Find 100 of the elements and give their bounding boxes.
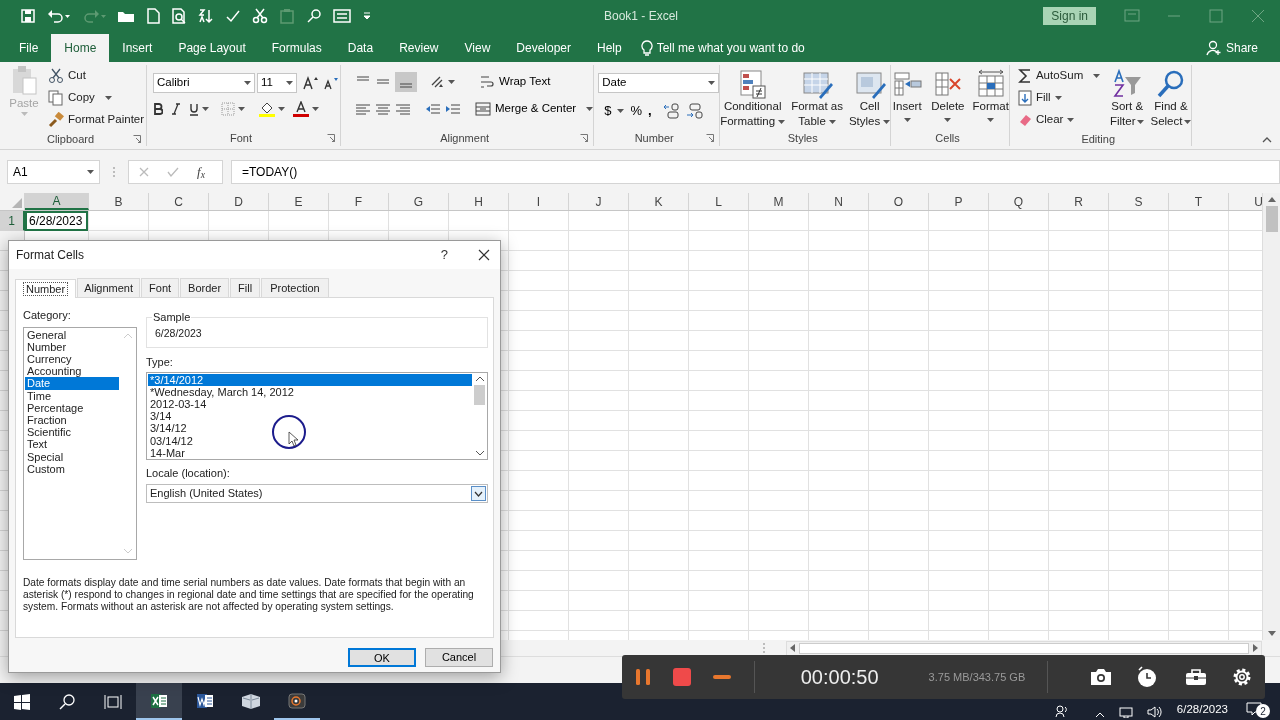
ribbon-tab[interactable]: File (6, 34, 52, 62)
network-icon[interactable] (1118, 706, 1133, 718)
dialog-launcher-icon[interactable] (580, 134, 589, 142)
dialog-tab[interactable]: Border (180, 278, 230, 297)
ribbon-tab[interactable]: Formulas (258, 34, 335, 62)
format-button[interactable]: Format (972, 69, 1009, 130)
type-item[interactable]: 03/14/12 (148, 434, 472, 447)
column-header[interactable]: C (149, 193, 209, 210)
increase-decimal-icon[interactable] (661, 102, 680, 119)
type-item[interactable]: *3/14/2012 (148, 373, 472, 386)
type-item[interactable]: 3/14/12 (148, 422, 472, 435)
scroll-thumb[interactable] (1265, 206, 1278, 232)
taskbar-app[interactable] (136, 683, 182, 720)
column-header[interactable]: N (809, 193, 869, 210)
sign-in-button[interactable]: Sign in (1043, 7, 1096, 25)
spelling-icon[interactable] (225, 8, 241, 24)
category-item[interactable]: Accounting (25, 365, 119, 378)
column-header[interactable]: Q (989, 193, 1049, 210)
form-icon[interactable] (333, 8, 351, 24)
notifications-button[interactable]: 2 (1246, 702, 1272, 718)
insert-function-button[interactable]: f$_{x}$ (197, 161, 205, 182)
italic-icon[interactable] (171, 102, 181, 116)
category-item[interactable]: General (25, 328, 119, 341)
dialog-tab[interactable]: Fill (230, 278, 261, 297)
column-header[interactable]: H (449, 193, 509, 210)
dialog-tab[interactable]: Alignment (77, 278, 141, 297)
category-item[interactable]: Text (25, 438, 119, 451)
type-item[interactable]: 2012-03-14 (148, 397, 472, 411)
ribbon-tab[interactable]: Home (51, 34, 110, 62)
sort-filter-button[interactable]: Sort & Filter (1109, 65, 1145, 131)
delete-button[interactable]: Delete (931, 69, 965, 130)
type-item[interactable]: 3/14 (148, 410, 472, 423)
decrease-decimal-icon[interactable] (685, 102, 704, 119)
locale-dropdown[interactable]: English (United States) (146, 484, 488, 503)
increase-indent-icon[interactable] (445, 101, 461, 116)
print-preview-icon[interactable] (171, 8, 187, 24)
column-header[interactable]: R (1049, 193, 1109, 210)
horizontal-scrollbar[interactable] (786, 640, 1262, 656)
close-icon[interactable] (478, 249, 490, 261)
cell-styles-button[interactable]: Cell Styles (848, 69, 891, 130)
orientation-icon[interactable] (429, 75, 445, 89)
pause-icon[interactable] (634, 667, 652, 687)
font-size-combo[interactable]: 11 (257, 73, 297, 93)
selected-cell[interactable]: 6/28/2023 (25, 211, 88, 231)
category-list[interactable]: General Number Currency Accounting Date Time Percentage Fraction Scientific Text Special Custom (23, 326, 137, 560)
category-item[interactable]: Fraction (25, 413, 119, 427)
name-box[interactable]: A1 (7, 159, 100, 184)
ribbon-tab[interactable]: Review (386, 34, 452, 62)
column-header[interactable]: A (25, 193, 89, 210)
font-name-combo[interactable]: Calibri (153, 73, 255, 93)
minimize-icon[interactable] (712, 674, 732, 680)
column-header[interactable]: T (1169, 193, 1229, 210)
dialog-tab[interactable]: Font (141, 278, 180, 297)
timer-icon[interactable] (1136, 666, 1158, 688)
save-icon[interactable] (20, 8, 36, 24)
people-icon[interactable] (1054, 704, 1069, 718)
scissors-icon[interactable] (252, 8, 268, 24)
type-list[interactable]: *3/14/2012 *Wednesday, March 14, 2012 2012-03-14 3/14 3/14/12 03/14/12 14-Mar (146, 371, 488, 460)
ribbon-tab[interactable]: Data (334, 34, 387, 62)
clock-date[interactable]: 6/28/2023 (1176, 700, 1228, 718)
tray-caret-icon[interactable] (1094, 712, 1105, 718)
column-header[interactable]: E (269, 193, 329, 210)
camera-icon[interactable] (1090, 668, 1112, 686)
column-header[interactable]: P (929, 193, 989, 210)
insert-button[interactable]: Insert (891, 69, 924, 130)
type-item[interactable]: 14-Mar (148, 446, 472, 459)
scroll-thumb[interactable] (474, 384, 485, 405)
find-select-button[interactable]: Find & Select (1150, 65, 1192, 131)
column-header[interactable]: D (209, 193, 269, 210)
fill-button[interactable]: Fill (1017, 87, 1104, 109)
formula-input[interactable]: =TODAY() (231, 159, 1280, 184)
column-header[interactable]: M (749, 193, 809, 210)
category-item[interactable]: Time (25, 389, 119, 402)
autosum-button[interactable]: AutoSum (1017, 65, 1104, 87)
ribbon-tab[interactable]: View (451, 34, 504, 62)
category-item[interactable]: Percentage (25, 401, 119, 414)
tell-me-field[interactable]: Tell me what you want to do (656, 39, 805, 57)
sort-icon[interactable] (198, 8, 214, 24)
settings-icon[interactable] (1231, 666, 1253, 688)
currency-button[interactable]: $ (604, 101, 625, 121)
wrap-text-button[interactable]: Wrap Text (479, 73, 551, 91)
fill-color-icon[interactable] (259, 101, 275, 117)
type-item[interactable]: *Wednesday, March 14, 2012 (148, 385, 472, 398)
undo-icon[interactable] (47, 8, 71, 24)
dialog-launcher-icon[interactable] (706, 134, 715, 142)
new-file-icon[interactable] (146, 8, 160, 24)
toolbox-icon[interactable] (1185, 668, 1207, 686)
category-item[interactable]: Date (25, 377, 119, 390)
row-header[interactable]: 1 (0, 211, 25, 231)
number-format-combo[interactable]: Date (598, 73, 720, 93)
dialog-launcher-icon[interactable] (133, 135, 141, 143)
column-header[interactable]: I (509, 193, 569, 210)
category-item[interactable]: Currency (25, 352, 119, 366)
format-as-table-button[interactable]: Format as Table (791, 69, 843, 130)
copy-button[interactable]: Copy (48, 87, 145, 109)
help-button[interactable]: ? (440, 245, 448, 265)
dialog-tab[interactable]: Protection (261, 278, 329, 297)
column-header[interactable]: K (629, 193, 689, 210)
category-item[interactable]: Number (25, 340, 119, 353)
column-header[interactable]: S (1109, 193, 1169, 210)
